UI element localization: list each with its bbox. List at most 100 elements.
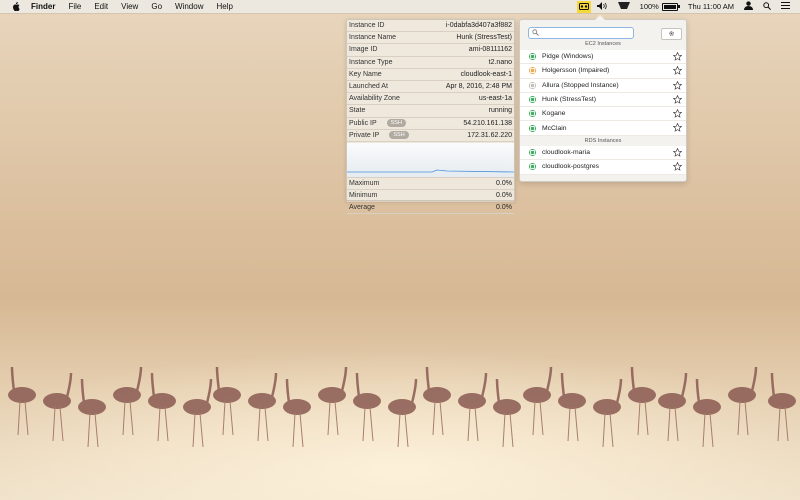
flamingo-body [283, 399, 311, 415]
user-icon[interactable] [744, 1, 753, 12]
detail-row: State running [347, 105, 514, 118]
cloudlook-icon[interactable] [576, 0, 591, 13]
ec2-instance-list: Pidge (Windows) Holgersson (Impaired) Allu… [520, 50, 686, 136]
search-icon [532, 29, 539, 38]
star-icon[interactable] [672, 51, 683, 63]
cpu-sparkline [347, 142, 515, 178]
stat-row: Maximum 0.0% [347, 178, 514, 190]
stat-label: Minimum [349, 191, 378, 199]
detail-key: Launched At [349, 83, 388, 91]
instance-item[interactable]: Holgersson (Impaired) [520, 64, 686, 79]
ec2-section-header: EC2 Instances [585, 41, 621, 47]
detail-row: Instance Type t2.nano [347, 57, 514, 69]
detail-key: Availability Zone [349, 95, 400, 103]
instance-item[interactable]: Hunk (StressTest) [520, 93, 686, 108]
ssh-button[interactable]: SSH [389, 131, 409, 140]
detail-key: Instance ID [349, 22, 385, 30]
flamingo-body [493, 399, 521, 415]
instance-status-icon [529, 96, 536, 104]
detail-value: Hunk (StressTest) [456, 34, 512, 42]
flamingo-body [78, 399, 106, 415]
instance-detail-panel: Instance ID i-0dabfa3d407a3f882 Instance N… [346, 19, 515, 214]
detail-key: Instance Type [349, 58, 393, 66]
detail-key: Private IP [349, 131, 380, 139]
flamingo-body [628, 387, 656, 403]
instance-item[interactable]: Kogane [520, 107, 686, 122]
instance-item[interactable]: Pidge (Windows) [520, 50, 686, 65]
search-icon[interactable] [763, 1, 771, 12]
instance-name: Hunk (StressTest) [542, 96, 597, 104]
menu-edit[interactable]: Edit [94, 2, 108, 11]
instance-name: Holgersson (Impaired) [542, 67, 610, 75]
instance-name: McClain [542, 124, 567, 132]
menu-file[interactable]: File [68, 2, 81, 11]
stat-value: 0.0% [496, 203, 512, 211]
instance-item[interactable]: McClain [520, 121, 686, 136]
instance-name: cloudlook-maria [542, 149, 590, 157]
detail-key: Image ID [349, 46, 378, 54]
detail-row: Availability Zone us-east-1a [347, 93, 514, 106]
detail-key: Key Name [349, 70, 382, 78]
instance-status-icon [529, 124, 536, 132]
detail-value: us-east-1a [478, 95, 512, 103]
instance-item[interactable]: cloudlook-maria [520, 146, 686, 161]
stat-row: Average 0.0% [347, 202, 514, 214]
detail-key: Public IP [349, 119, 377, 127]
flamingo-body [8, 387, 36, 403]
instance-status-icon [529, 110, 536, 118]
popover-arrow [595, 15, 605, 20]
list-icon[interactable] [781, 2, 790, 11]
instance-name: Pidge (Windows) [542, 53, 594, 61]
clock[interactable]: Thu 11:00 AM [688, 2, 734, 11]
instance-item[interactable]: Allura (Stopped Instance) [520, 79, 686, 93]
star-icon[interactable] [672, 123, 683, 134]
flamingo-body [213, 387, 241, 403]
cast-icon[interactable] [617, 2, 630, 11]
detail-row: Key Name cloudlook-east-1 [347, 69, 514, 81]
instance-name: cloudlook-postgres [542, 163, 600, 171]
star-icon[interactable] [672, 94, 683, 106]
ssh-button[interactable]: SSH [386, 119, 406, 128]
instance-name: Kogane [542, 110, 566, 118]
instances-popover: EC2 Instances Pidge (Windows) Holgersson … [519, 15, 687, 182]
detail-row: Instance Name Hunk (StressTest) [347, 32, 514, 45]
apple-icon[interactable] [11, 2, 21, 12]
stat-row: Minimum 0.0% [347, 190, 514, 202]
detail-row: Instance ID i-0dabfa3d407a3f882 [347, 20, 514, 33]
instance-status-icon [529, 53, 536, 61]
battery-percent[interactable]: 100% [640, 2, 659, 11]
instance-status-icon [529, 149, 536, 157]
star-icon[interactable] [672, 108, 683, 120]
flamingo-body [423, 387, 451, 403]
status-area: 100% Thu 11:00 AM [576, 0, 800, 13]
settings-button[interactable] [661, 28, 682, 40]
star-icon[interactable] [672, 147, 683, 159]
rds-instance-list: cloudlook-maria cloudlook-postgres [520, 146, 686, 175]
star-icon[interactable] [672, 162, 683, 173]
volume-icon[interactable] [596, 1, 608, 12]
menu-finder[interactable]: Finder [31, 2, 55, 11]
battery-icon[interactable] [661, 2, 680, 11]
menu-window[interactable]: Window [175, 2, 203, 11]
instance-status-icon [529, 163, 536, 171]
stat-value: 0.0% [496, 179, 512, 187]
instance-item[interactable]: cloudlook-postgres [520, 160, 686, 175]
detail-value: 172.31.62.220 [467, 131, 512, 139]
detail-row: Private IP SSH 172.31.62.220 [347, 130, 514, 142]
detail-value: running [488, 107, 512, 115]
search-field[interactable] [528, 27, 634, 39]
menu-go[interactable]: Go [151, 2, 162, 11]
gear-icon [668, 30, 675, 39]
menu-bar: Finder File Edit View Go Window Help 100… [0, 0, 800, 13]
menu-view[interactable]: View [121, 2, 138, 11]
stat-value: 0.0% [496, 191, 512, 199]
stat-label: Average [349, 203, 375, 211]
star-icon[interactable] [672, 80, 683, 92]
detail-value: cloudlook-east-1 [460, 70, 512, 78]
star-icon[interactable] [672, 66, 683, 77]
stat-label: Maximum [349, 179, 380, 187]
rds-section-header: RDS Instances [584, 138, 622, 144]
detail-value: Apr 8, 2016, 2:48 PM [445, 83, 512, 91]
detail-key: Instance Name [349, 34, 397, 42]
menu-help[interactable]: Help [216, 2, 232, 11]
